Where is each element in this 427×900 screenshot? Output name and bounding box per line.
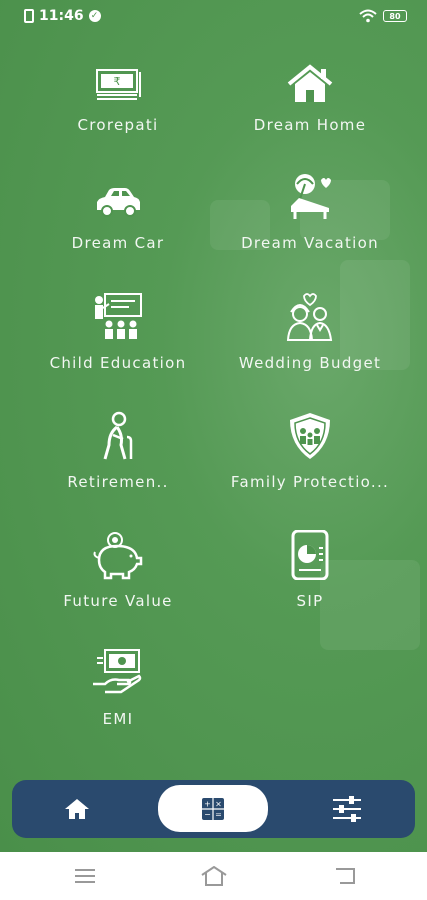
money-stack-icon: ₹ — [96, 69, 141, 100]
tile-dream-home[interactable]: Dream Home — [210, 64, 410, 164]
classroom-icon — [95, 293, 142, 339]
svg-text:−: − — [204, 810, 211, 819]
tile-label: Dream Car — [71, 234, 165, 252]
family-shield-icon — [290, 413, 330, 459]
tile-label: Wedding Budget — [238, 354, 382, 372]
recent-apps-button[interactable] — [70, 864, 100, 888]
emi-hand-cash-icon — [93, 649, 142, 694]
back-button[interactable] — [330, 864, 360, 888]
svg-text:=: = — [215, 810, 222, 819]
status-time: 11:46 — [39, 8, 84, 24]
back-icon — [336, 868, 355, 884]
svg-text:+: + — [204, 799, 211, 808]
tile-label: Dream Home — [253, 116, 367, 134]
sliders-icon — [333, 796, 361, 822]
home-icon — [65, 799, 89, 819]
bottom-nav-bar: + × − = — [12, 780, 415, 838]
sim-card-icon — [24, 9, 34, 23]
battery-icon: 80 — [383, 10, 407, 22]
sip-chart-icon — [291, 530, 329, 580]
couple-icon — [286, 293, 333, 341]
status-bar: 11:46 ✓ 80 — [0, 0, 427, 34]
piggy-bank-icon — [93, 532, 143, 580]
car-icon — [97, 188, 140, 217]
tile-child-education[interactable]: Child Education — [18, 292, 218, 392]
tile-label: Retiremen.. — [67, 473, 169, 491]
wifi-icon — [359, 9, 377, 23]
elderly-person-icon — [103, 411, 133, 460]
tile-sip[interactable]: SIP — [210, 530, 410, 630]
nav-calculator-button[interactable]: + × − = — [158, 785, 268, 832]
tile-retirement[interactable]: Retiremen.. — [18, 411, 218, 511]
tile-label: Crorepati — [77, 116, 159, 134]
calculator-icon: + × − = — [202, 797, 224, 820]
tile-crorepati[interactable]: ₹ Crorepati — [18, 64, 218, 164]
tile-dream-vacation[interactable]: Dream Vacation — [210, 172, 410, 272]
svg-text:₹: ₹ — [114, 75, 121, 88]
tile-emi[interactable]: EMI — [18, 648, 218, 748]
tile-future-value[interactable]: Future Value — [18, 530, 218, 630]
tile-label: Future Value — [63, 592, 173, 610]
tile-label: SIP — [296, 592, 324, 610]
house-icon — [287, 64, 333, 102]
check-circle-icon: ✓ — [88, 10, 101, 22]
home-system-button[interactable] — [199, 864, 229, 888]
system-navigation-bar — [0, 852, 427, 900]
svg-text:×: × — [215, 799, 222, 808]
tile-family-protection[interactable]: Family Protectio... — [210, 411, 410, 511]
tile-label: Dream Vacation — [241, 234, 379, 252]
tile-dream-car[interactable]: Dream Car — [18, 182, 218, 282]
menu-icon — [75, 869, 95, 883]
home-outline-icon — [201, 866, 227, 886]
nav-home-button[interactable] — [42, 780, 112, 838]
beach-lounger-icon — [291, 174, 331, 219]
tile-label: Child Education — [49, 354, 187, 372]
tile-wedding-budget[interactable]: Wedding Budget — [210, 292, 410, 392]
tile-label: EMI — [102, 710, 134, 728]
nav-settings-button[interactable] — [312, 780, 382, 838]
tile-label: Family Protectio... — [230, 473, 390, 491]
